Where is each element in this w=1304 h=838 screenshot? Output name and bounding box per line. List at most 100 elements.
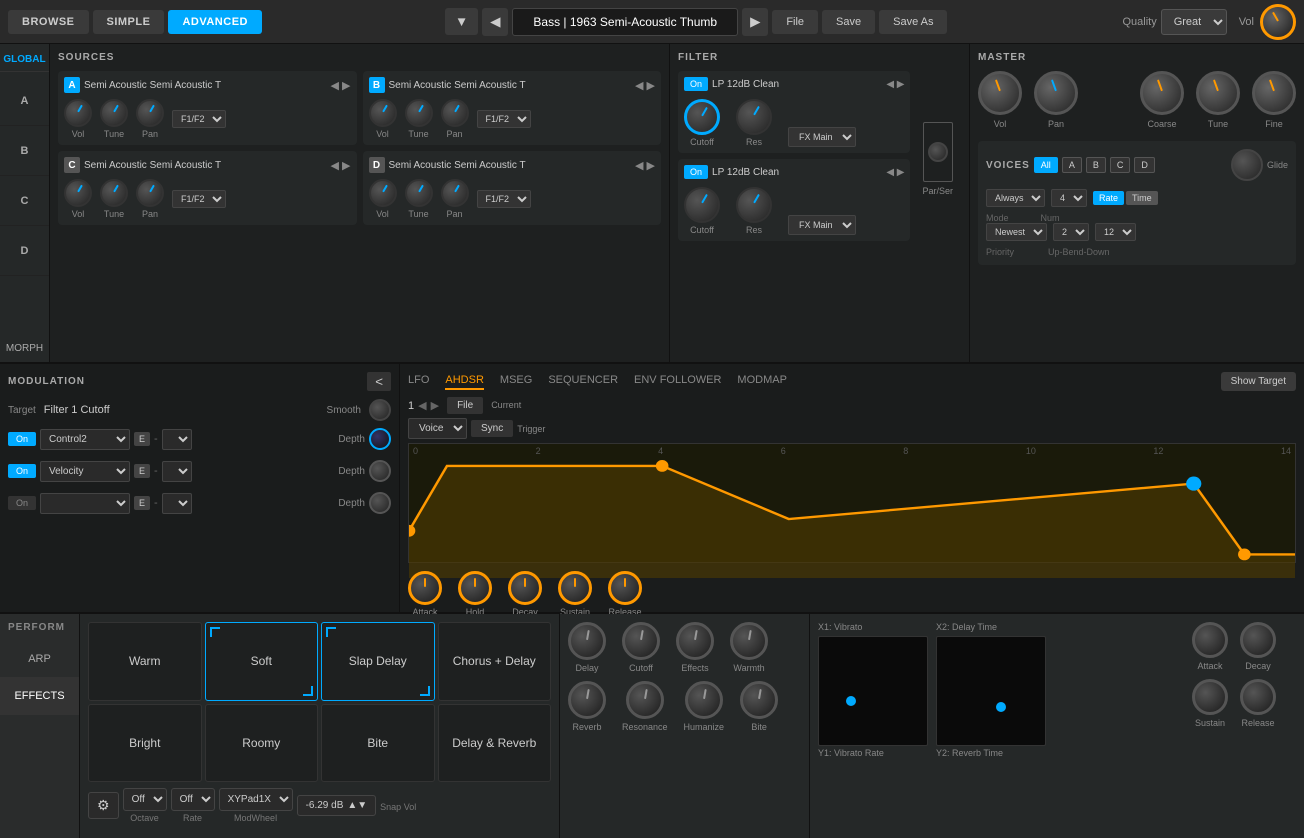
mod3-on-button[interactable]: On	[8, 496, 36, 510]
voice-b-button[interactable]: B	[1086, 157, 1106, 173]
mod2-source-select[interactable]: Velocity	[40, 461, 130, 482]
voice-a-button[interactable]: A	[1062, 157, 1082, 173]
attack-knob[interactable]	[408, 571, 442, 605]
filter2-arrows[interactable]: ◀ ▶	[886, 167, 904, 178]
glide-knob[interactable]	[1231, 149, 1263, 181]
source-arrow-d[interactable]: ◀ ▶	[635, 159, 655, 172]
preset-roomy[interactable]: Roomy	[205, 704, 319, 783]
voice-c-button[interactable]: C	[1110, 157, 1131, 173]
f1f2-select-a[interactable]: F1/F2	[172, 110, 226, 128]
file-button[interactable]: File	[772, 10, 818, 34]
decay-knob[interactable]	[508, 571, 542, 605]
mod-collapse-button[interactable]: <	[367, 372, 391, 391]
mod3-extra-select[interactable]	[162, 493, 192, 514]
r-sustain-knob[interactable]	[1192, 679, 1228, 715]
env-voice-select[interactable]: Voice	[408, 418, 467, 439]
gear-button[interactable]: ⚙	[88, 792, 119, 819]
quality-select[interactable]: Great	[1161, 9, 1227, 35]
source-arrow-b[interactable]: ◀ ▶	[635, 79, 655, 92]
vol-knob-b[interactable]	[369, 99, 397, 127]
effects-button[interactable]: EFFECTS	[0, 678, 79, 715]
pan-knob-a[interactable]	[136, 99, 164, 127]
num3-select[interactable]: 12	[1095, 223, 1136, 241]
mod1-source-select[interactable]: Control2	[40, 429, 130, 450]
num2-select[interactable]: 2	[1053, 223, 1089, 241]
filter1-res-knob[interactable]	[736, 99, 772, 135]
vol-knob-a[interactable]	[64, 99, 92, 127]
vol-knob[interactable]	[1260, 4, 1296, 40]
r-attack-knob[interactable]	[1192, 622, 1228, 658]
save-button[interactable]: Save	[822, 10, 875, 34]
preset-chorus-delay[interactable]: Chorus + Delay	[438, 622, 552, 701]
humanize-knob[interactable]	[685, 681, 723, 719]
env-file-button[interactable]: File	[447, 397, 483, 414]
mod2-e-button[interactable]: E	[134, 464, 150, 478]
filter1-fx-select[interactable]: FX Main	[788, 127, 856, 147]
tab-env-follower[interactable]: ENV FOLLOWER	[634, 374, 721, 390]
filter1-arrows[interactable]: ◀ ▶	[886, 79, 904, 90]
preset-bright[interactable]: Bright	[88, 704, 202, 783]
hold-knob[interactable]	[458, 571, 492, 605]
mod1-depth-knob[interactable]	[369, 428, 391, 450]
mod1-on-button[interactable]: On	[8, 432, 36, 446]
master-pan-knob[interactable]	[1034, 71, 1078, 115]
mod-smooth-knob[interactable]	[369, 399, 391, 421]
tune-knob-d[interactable]	[405, 179, 433, 207]
release-knob[interactable]	[608, 571, 642, 605]
priority-select[interactable]: Newest	[986, 223, 1047, 241]
f1f2-select-c[interactable]: F1/F2	[172, 190, 226, 208]
filter2-on-button[interactable]: On	[684, 165, 708, 179]
preset-warm[interactable]: Warm	[88, 622, 202, 701]
bite-knob[interactable]	[740, 681, 778, 719]
r-decay-knob[interactable]	[1240, 622, 1276, 658]
mod2-extra-select[interactable]	[162, 461, 192, 482]
filter2-cutoff-knob[interactable]	[684, 187, 720, 223]
master-tune-knob[interactable]	[1196, 71, 1240, 115]
pan-knob-d[interactable]	[441, 179, 469, 207]
preset-prev-button[interactable]: ◀	[482, 8, 508, 36]
master-fine-knob[interactable]	[1252, 71, 1296, 115]
mod3-source-select[interactable]	[40, 493, 130, 514]
filter2-fx-select[interactable]: FX Main	[788, 215, 856, 235]
mode-select[interactable]: Always	[986, 189, 1045, 207]
effects-knob[interactable]	[676, 622, 714, 660]
snap-vol-arrow[interactable]: ▲▼	[347, 800, 367, 811]
master-coarse-knob[interactable]	[1140, 71, 1184, 115]
cutoff-knob[interactable]	[622, 622, 660, 660]
warmth-knob[interactable]	[730, 622, 768, 660]
par-ser-knob[interactable]	[928, 142, 948, 162]
tab-mseg[interactable]: MSEG	[500, 374, 532, 390]
sustain-knob[interactable]	[558, 571, 592, 605]
mod2-depth-knob[interactable]	[369, 460, 391, 482]
preset-slap-delay[interactable]: Slap Delay	[321, 622, 435, 701]
mod2-on-button[interactable]: On	[8, 464, 36, 478]
tab-lfo[interactable]: LFO	[408, 374, 429, 390]
source-arrow-a[interactable]: ◀ ▶	[331, 79, 351, 92]
pan-knob-b[interactable]	[441, 99, 469, 127]
simple-button[interactable]: SIMPLE	[93, 10, 165, 34]
vol-knob-d[interactable]	[369, 179, 397, 207]
time-button[interactable]: Time	[1126, 191, 1158, 205]
reverb-knob[interactable]	[568, 681, 606, 719]
env-next-arrow[interactable]: ▶	[431, 399, 439, 412]
pan-knob-c[interactable]	[136, 179, 164, 207]
rate-button[interactable]: Rate	[1093, 191, 1124, 205]
show-target-button[interactable]: Show Target	[1221, 372, 1296, 391]
f1f2-select-b[interactable]: F1/F2	[477, 110, 531, 128]
env-prev-arrow[interactable]: ◀	[418, 399, 426, 412]
tune-knob-c[interactable]	[100, 179, 128, 207]
tab-sequencer[interactable]: SEQUENCER	[548, 374, 618, 390]
filter1-cutoff-knob[interactable]	[684, 99, 720, 135]
master-vol-knob[interactable]	[978, 71, 1022, 115]
tune-knob-b[interactable]	[405, 99, 433, 127]
preset-delay-reverb[interactable]: Delay & Reverb	[438, 704, 552, 783]
preset-soft[interactable]: Soft	[205, 622, 319, 701]
preset-next-button[interactable]: ▶	[742, 8, 768, 36]
voice-all-button[interactable]: All	[1034, 157, 1058, 173]
rate-select[interactable]: Off	[171, 788, 215, 811]
r-release-knob[interactable]	[1240, 679, 1276, 715]
resonance-knob[interactable]	[626, 681, 664, 719]
xy-pad-1[interactable]	[818, 636, 928, 746]
mod1-extra-select[interactable]	[162, 429, 192, 450]
preset-bite[interactable]: Bite	[321, 704, 435, 783]
